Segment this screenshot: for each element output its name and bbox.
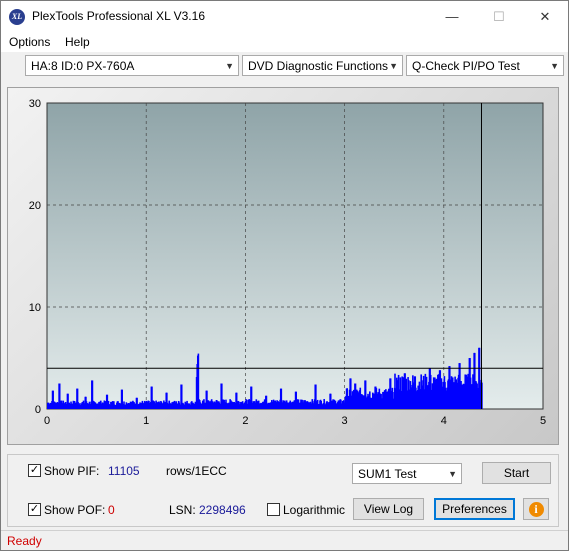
maximize-button[interactable]: ☐ xyxy=(476,1,522,32)
sum-test-select-value: SUM1 Test xyxy=(358,467,417,481)
show-pif-label: Show PIF: xyxy=(44,464,100,478)
chevron-down-icon: ▼ xyxy=(448,469,457,479)
lsn-value: 2298496 xyxy=(199,503,246,517)
x-tick-label: 0 xyxy=(44,415,50,427)
drive-select[interactable]: HA:8 ID:0 PX-760A ▼ xyxy=(25,55,239,76)
pof-value: 0 xyxy=(108,503,115,517)
function-select[interactable]: DVD Diagnostic Functions ▼ xyxy=(242,55,403,76)
x-tick-label: 3 xyxy=(342,415,348,427)
menu-help[interactable]: Help xyxy=(65,35,90,49)
title-bar: XL PlexTools Professional XL V3.16 — ☐ ✕ xyxy=(1,1,568,32)
x-tick-label: 4 xyxy=(441,415,447,427)
test-select-value: Q-Check PI/PO Test xyxy=(412,59,520,73)
menu-bar: Options Help xyxy=(1,32,568,52)
test-select[interactable]: Q-Check PI/PO Test ▼ xyxy=(406,55,564,76)
show-pof-label: Show POF: xyxy=(44,503,106,517)
chart-panel: 0 1 2 3 4 5 0 10 20 30 xyxy=(7,87,559,445)
chevron-down-icon: ▼ xyxy=(389,61,398,71)
preferences-button[interactable]: Preferences xyxy=(434,498,515,520)
start-button[interactable]: Start xyxy=(482,462,551,484)
drive-select-value: HA:8 ID:0 PX-760A xyxy=(31,59,135,73)
close-button[interactable]: ✕ xyxy=(522,1,568,32)
y-tick-label: 30 xyxy=(29,98,41,110)
status-bar: Ready xyxy=(1,530,568,550)
app-logo-icon: XL xyxy=(9,9,25,25)
view-log-button[interactable]: View Log xyxy=(353,498,424,520)
x-tick-label: 1 xyxy=(143,415,149,427)
pif-value: 11105 xyxy=(108,464,140,478)
y-tick-label: 20 xyxy=(29,200,41,212)
y-tick-label: 10 xyxy=(29,302,41,314)
lsn-label: LSN: xyxy=(169,503,196,517)
show-pof-checkbox[interactable]: ✓ xyxy=(28,503,41,516)
info-icon: i xyxy=(528,502,544,517)
sum-test-select[interactable]: SUM1 Test ▼ xyxy=(352,463,462,484)
controls-panel: ✓ Show PIF: 11105 rows/1ECC ✓ Show POF: … xyxy=(7,454,559,527)
function-select-value: DVD Diagnostic Functions xyxy=(248,59,389,73)
toolbar: HA:8 ID:0 PX-760A ▼ DVD Diagnostic Funct… xyxy=(1,52,568,80)
status-text: Ready xyxy=(7,534,42,548)
rows-label: rows/1ECC xyxy=(166,464,227,478)
logarithmic-label: Logarithmic xyxy=(283,503,346,517)
window-title: PlexTools Professional XL V3.16 xyxy=(32,9,205,23)
y-tick-label: 0 xyxy=(35,404,41,416)
show-pif-checkbox[interactable]: ✓ xyxy=(28,464,41,477)
logarithmic-checkbox[interactable] xyxy=(267,503,280,516)
minimize-button[interactable]: — xyxy=(429,1,475,32)
main-window: XL PlexTools Professional XL V3.16 — ☐ ✕… xyxy=(0,0,569,551)
pi-po-chart: 0 1 2 3 4 5 0 10 20 30 xyxy=(29,98,546,427)
menu-options[interactable]: Options xyxy=(9,35,50,49)
chevron-down-icon: ▼ xyxy=(550,61,559,71)
info-button[interactable]: i xyxy=(523,498,549,520)
chevron-down-icon: ▼ xyxy=(225,61,234,71)
x-tick-label: 2 xyxy=(242,415,248,427)
x-tick-label: 5 xyxy=(540,415,546,427)
